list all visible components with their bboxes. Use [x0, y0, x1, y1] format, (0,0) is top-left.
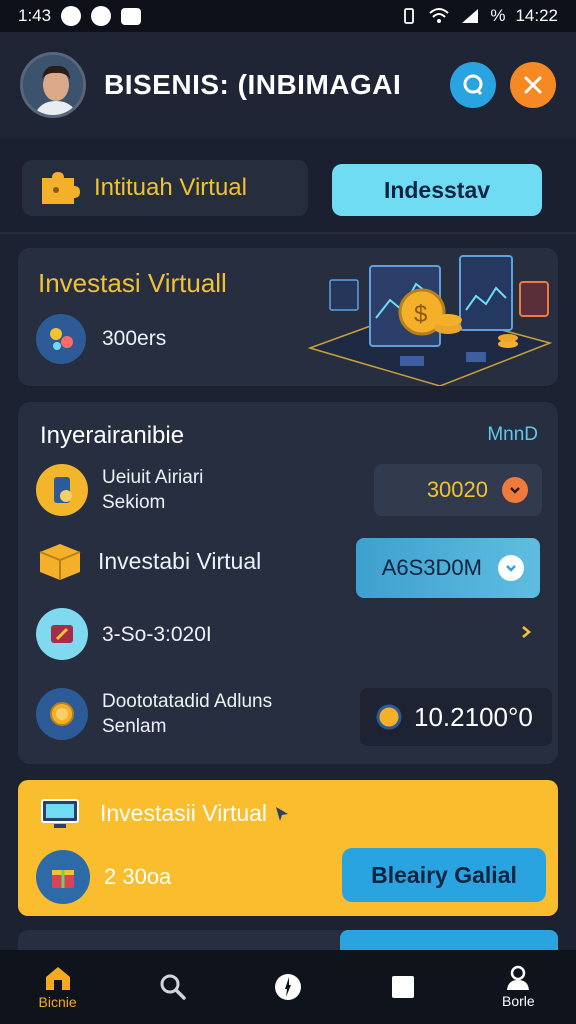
avatar-image — [23, 55, 83, 115]
action-chip-label: A6S3D0M — [381, 555, 482, 580]
status-left: 1:43 — [18, 6, 142, 26]
coin-icon — [376, 704, 402, 730]
close-button[interactable] — [510, 62, 556, 108]
list-item-subtitle: Sekiom — [102, 492, 166, 513]
status-time: 1:43 — [18, 6, 52, 25]
notification-icon — [61, 6, 82, 26]
nav-profile[interactable]: Borle — [473, 950, 563, 1024]
list-item-title: Ueiuit Airiari — [102, 467, 204, 488]
list-item-title: Doototatadid Adluns — [102, 691, 273, 712]
wifi-icon — [429, 8, 449, 23]
value-chip[interactable]: 30020 — [374, 464, 542, 516]
investment-panel: Inyerairanibie MnnD Ueiuit Airiari Sekio… — [18, 402, 558, 764]
chat-icon — [463, 74, 483, 96]
status-time-right: 14:22 — [515, 6, 558, 25]
status-right: % 14:22 — [400, 6, 558, 26]
finance-dashboard-illustration: $ — [307, 255, 553, 386]
list-item[interactable]: Doototatadid Adluns Senlam 10.2100°0 — [36, 688, 552, 746]
balance-value: 10.2100°0 — [414, 701, 533, 732]
app-title: BISENIS: (INBIMAGAI — [104, 69, 402, 100]
status-bar: 1:43 % 14:22 — [0, 0, 576, 32]
hero-title: Investasi Virtuall — [38, 268, 227, 298]
stats-icon — [36, 314, 86, 364]
promo-action-button[interactable]: Bleairy Galial — [342, 848, 546, 902]
value-chip-amount: 30020 — [426, 477, 488, 502]
list-item-title: Investabi Virtual — [98, 547, 262, 574]
hero-card[interactable]: Investasi Virtuall 300ers $ — [18, 248, 558, 386]
list-item-text: Doototatadid Adluns Senlam — [102, 689, 272, 739]
battery-label: % — [490, 6, 506, 25]
home-icon — [45, 967, 70, 990]
balance-chip[interactable]: 10.2100°0 — [360, 688, 552, 746]
chevron-down-icon — [502, 477, 528, 503]
signal-icon — [462, 9, 479, 23]
tab-virtual-label: Intituah Virtual — [94, 174, 247, 201]
nav-profile-label: Borle — [502, 993, 535, 1009]
cursor-icon — [276, 806, 289, 821]
vibrate-icon — [404, 8, 415, 24]
close-icon — [524, 76, 542, 94]
list-item[interactable]: 3-So-3:020I — [36, 608, 542, 660]
list-item-title: 3-So-3:020I — [102, 622, 212, 646]
list-item-subtitle: Senlam — [102, 716, 167, 737]
promo-card[interactable]: Investasii Virtual 2 30oa Bleairy Galial — [18, 780, 558, 916]
gift-icon — [36, 850, 90, 904]
puzzle-icon — [42, 172, 80, 204]
nav-explore[interactable] — [243, 950, 333, 1024]
ticket-icon — [36, 608, 88, 660]
svg-text:$: $ — [414, 301, 427, 328]
promo-value: 2 30oa — [104, 864, 172, 889]
message-icon — [121, 7, 142, 25]
nav-square[interactable] — [358, 950, 448, 1024]
list-item-text: Ueiuit Airiari Sekiom — [102, 465, 203, 515]
action-chip[interactable]: A6S3D0M — [356, 538, 540, 598]
panel-title: Inyerairanibie — [40, 422, 185, 449]
hero-stat-value: 300ers — [102, 327, 167, 350]
profile-icon — [507, 965, 530, 990]
nav-home[interactable]: Bicnie — [13, 950, 103, 1024]
tab-indesstav[interactable]: Indesstav — [332, 164, 542, 216]
treasure-box-icon — [39, 544, 81, 580]
list-item[interactable]: Ueiuit Airiari Sekiom 30020 — [36, 464, 542, 516]
search-icon — [160, 974, 186, 1000]
chat-button[interactable] — [450, 62, 496, 108]
nav-home-label: Bicnie — [38, 994, 77, 1010]
chevron-down-icon — [498, 555, 524, 581]
promo-title-text: Investasii Virtual — [100, 800, 268, 826]
bottom-nav: Bicnie Borle — [0, 950, 576, 1024]
nav-search[interactable] — [128, 950, 218, 1024]
tab-virtual[interactable]: Intituah Virtual — [22, 160, 308, 216]
messenger-icon — [91, 6, 112, 26]
phone-wallet-icon — [36, 464, 88, 516]
coin-icon — [36, 688, 88, 740]
app-header: BISENIS: (INBIMAGAI — [0, 32, 576, 138]
avatar[interactable] — [20, 52, 86, 118]
compass-icon — [274, 974, 301, 1000]
tab-row: Intituah Virtual Indesstav — [0, 138, 576, 234]
chevron-right-icon[interactable] — [518, 620, 534, 646]
list-item[interactable]: Investabi Virtual A6S3D0M — [36, 538, 542, 598]
panel-more-link[interactable]: MnnD — [487, 424, 538, 446]
monitor-icon — [41, 799, 79, 828]
square-icon — [392, 976, 415, 998]
hero-stat: 300ers — [36, 314, 166, 364]
promo-title: Investasii Virtual — [100, 800, 291, 827]
